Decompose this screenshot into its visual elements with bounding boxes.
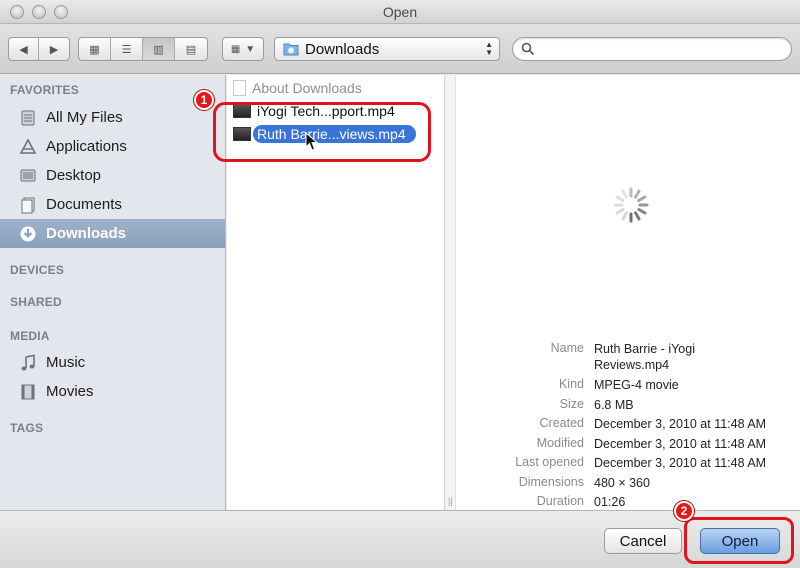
info-label: Name bbox=[550, 341, 584, 355]
list-view-button[interactable]: ☰ bbox=[111, 38, 143, 60]
info-label: Created bbox=[539, 416, 584, 430]
sidebar-item-label: Documents bbox=[46, 196, 122, 213]
info-name-row: Name Ruth Barrie - iYogi Reviews.mp4 bbox=[456, 341, 800, 373]
window-title: Open bbox=[382, 4, 418, 20]
title-bar: Open bbox=[0, 0, 800, 24]
info-value: December 3, 2010 at 11:48 AM bbox=[594, 417, 767, 431]
all-files-icon bbox=[18, 108, 38, 128]
grid-icon: ▦ bbox=[230, 43, 241, 55]
info-label: Modified bbox=[536, 436, 584, 450]
info-label: Last opened bbox=[515, 455, 584, 469]
info-kind-row: Kind MPEG-4 movie bbox=[456, 377, 800, 393]
info-label: Dimensions bbox=[518, 475, 584, 489]
forward-button[interactable]: ▶ bbox=[39, 38, 69, 60]
info-last-opened-row: Last opened December 3, 2010 at 11:48 AM bbox=[456, 455, 800, 471]
cancel-button[interactable]: Cancel bbox=[604, 528, 682, 554]
info-value: MPEG-4 movie bbox=[594, 378, 679, 392]
info-value: 01:26 bbox=[594, 495, 626, 509]
annotation-badge-2: 2 bbox=[674, 501, 694, 521]
chevron-left-icon: ◀ bbox=[19, 43, 28, 56]
sidebar-section-favorites: FAVORITES bbox=[10, 83, 79, 97]
info-dimensions-row: Dimensions 480 × 360 bbox=[456, 475, 800, 491]
sidebar-item-downloads[interactable]: Downloads bbox=[0, 219, 225, 248]
applications-icon bbox=[18, 137, 38, 157]
back-forward-control: ◀ ▶ bbox=[8, 37, 70, 61]
documents-icon bbox=[18, 195, 38, 215]
search-field[interactable] bbox=[512, 37, 792, 61]
column-divider[interactable] bbox=[446, 75, 456, 510]
info-value: Ruth Barrie - iYogi Reviews.mp4 bbox=[594, 342, 695, 372]
cover-flow-button[interactable]: ▤ bbox=[175, 38, 207, 60]
sidebar-item-label: All My Files bbox=[46, 109, 123, 126]
sidebar-section-tags: TAGS bbox=[10, 421, 44, 435]
sidebar-item-documents[interactable]: Documents bbox=[0, 190, 225, 219]
annotation-badge-1: 1 bbox=[194, 90, 214, 110]
info-label: Duration bbox=[536, 494, 584, 508]
sidebar-item-applications[interactable]: Applications bbox=[0, 132, 225, 161]
popup-arrows-icon: ▲ ▼ bbox=[485, 40, 493, 57]
sidebar-item-label: Applications bbox=[46, 138, 127, 155]
document-icon bbox=[233, 80, 246, 96]
info-label: Size bbox=[559, 397, 584, 411]
chevron-down-icon: ▼ bbox=[245, 43, 256, 55]
sidebar-item-music[interactable]: Music bbox=[0, 348, 225, 377]
info-duration-row: Duration 01:26 bbox=[456, 494, 800, 510]
sidebar-section-devices: DEVICES bbox=[10, 263, 65, 277]
downloads-folder-icon bbox=[283, 43, 299, 56]
columns-icon: ▥ bbox=[153, 43, 164, 56]
sidebar-item-all-my-files[interactable]: All My Files bbox=[0, 103, 225, 132]
column-resize-grip-icon[interactable]: || bbox=[448, 496, 453, 506]
sidebar: FAVORITES All My Files Applications Desk… bbox=[0, 75, 226, 510]
info-value: 6.8 MB bbox=[594, 398, 634, 412]
info-value: 480 × 360 bbox=[594, 476, 650, 490]
grid-icon: ▦ bbox=[89, 43, 100, 56]
info-size-row: Size 6.8 MB bbox=[456, 397, 800, 413]
sidebar-item-label: Desktop bbox=[46, 167, 102, 184]
movies-icon bbox=[18, 382, 38, 402]
sidebar-item-label: Movies bbox=[46, 383, 94, 400]
sidebar-item-movies[interactable]: Movies bbox=[0, 377, 225, 406]
sidebar-section-media: MEDIA bbox=[10, 329, 50, 343]
toolbar: ◀ ▶ ▦ ☰ ▥ ▤ ▦ ▼ Downloads ▲ ▼ bbox=[0, 24, 800, 74]
sidebar-item-label: Downloads bbox=[46, 225, 127, 242]
view-mode-control: ▦ ☰ ▥ ▤ bbox=[78, 37, 208, 61]
location-label: Downloads bbox=[305, 40, 380, 58]
location-popup[interactable]: Downloads ▲ ▼ bbox=[274, 37, 500, 61]
back-button[interactable]: ◀ bbox=[9, 38, 39, 60]
arrange-button[interactable]: ▦ ▼ bbox=[222, 37, 264, 61]
file-name: About Downloads bbox=[252, 80, 362, 96]
icon-view-button[interactable]: ▦ bbox=[79, 38, 111, 60]
annotation-highlight-open bbox=[684, 517, 794, 564]
info-created-row: Created December 3, 2010 at 11:48 AM bbox=[456, 416, 800, 432]
loading-spinner-icon bbox=[613, 187, 649, 223]
annotation-highlight-files bbox=[213, 102, 431, 162]
list-icon: ☰ bbox=[121, 43, 132, 56]
desktop-icon bbox=[18, 166, 38, 186]
sidebar-section-shared: SHARED bbox=[10, 295, 62, 309]
info-label: Kind bbox=[558, 377, 584, 391]
info-value: December 3, 2010 at 11:48 AM bbox=[594, 456, 767, 470]
sidebar-item-desktop[interactable]: Desktop bbox=[0, 161, 225, 190]
info-modified-row: Modified December 3, 2010 at 11:48 AM bbox=[456, 436, 800, 452]
cover-flow-icon: ▤ bbox=[185, 43, 197, 56]
search-icon bbox=[521, 42, 535, 56]
sidebar-item-label: Music bbox=[46, 354, 86, 371]
downloads-icon bbox=[18, 224, 38, 244]
music-icon bbox=[18, 353, 38, 373]
column-view-button[interactable]: ▥ bbox=[143, 38, 175, 60]
info-value: December 3, 2010 at 11:48 AM bbox=[594, 437, 767, 451]
file-row-about-downloads[interactable]: About Downloads bbox=[227, 77, 445, 99]
chevron-right-icon: ▶ bbox=[49, 43, 59, 56]
